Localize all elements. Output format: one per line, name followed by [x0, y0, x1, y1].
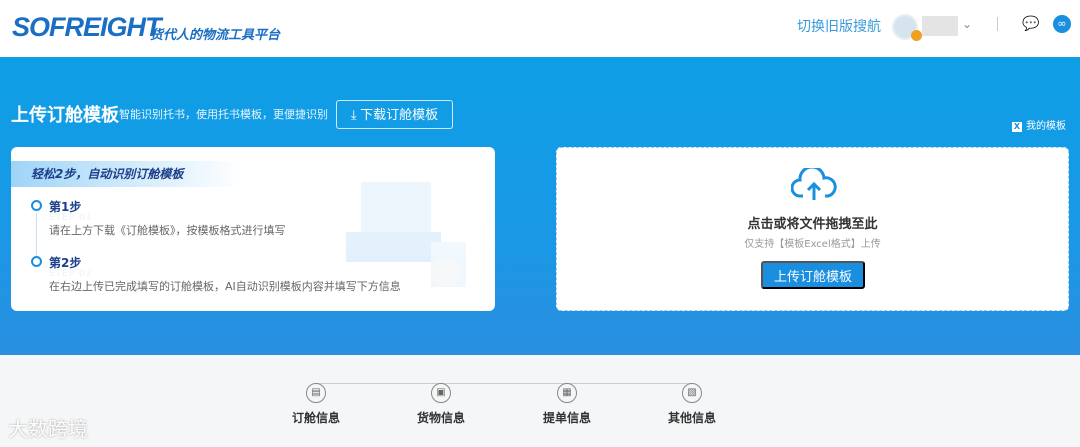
my-templates-link[interactable]: X 我的模板: [1012, 117, 1066, 132]
step-dot-icon: [31, 256, 42, 267]
header: SOFREIGHT 货代人的物流工具平台 切换旧版搜航 ⌄ 💬 ∞: [0, 0, 1080, 57]
progress-step-other[interactable]: ▧ 其他信息: [652, 383, 732, 426]
bill-icon: ▦: [557, 383, 577, 403]
step-desc: 请在上方下载《订舱模板》，按模板格式进行填写: [49, 224, 286, 237]
dropzone-text: 点击或将文件拖拽至此: [747, 217, 878, 232]
excel-icon: X: [1012, 122, 1022, 132]
page-title: 上传订舱模板: [11, 105, 119, 126]
upload-template-button[interactable]: 上传订舱模板: [761, 261, 865, 289]
switch-old-version-link[interactable]: 切换旧版搜航: [797, 16, 881, 36]
username-blurred[interactable]: [922, 16, 958, 36]
chevron-down-icon[interactable]: ⌄: [962, 17, 972, 31]
guide-card: 轻松2步，自动识别订舱模板 第1步 STEP 01 请在上方下载《订舱模板》，按…: [11, 147, 495, 311]
progress-step-booking[interactable]: ▤ 订舱信息: [276, 383, 356, 426]
box-icon: ▣: [431, 383, 451, 403]
download-template-label: 下载订舱模板: [360, 107, 439, 122]
progress-step-bill[interactable]: ▦ 提单信息: [527, 383, 607, 426]
progress-step-label: 提单信息: [542, 411, 591, 425]
cloud-upload-icon: [791, 168, 837, 200]
receipt-icon: ▧: [682, 383, 702, 403]
progress-step-label: 货物信息: [416, 411, 465, 425]
divider: [997, 17, 998, 31]
upload-dropzone[interactable]: 点击或将文件拖拽至此 仅支持【模板Excel格式】上传 上传订舱模板: [556, 147, 1069, 311]
step-dot-icon: [31, 200, 42, 211]
vip-badge-icon: [911, 30, 922, 41]
progress-step-label: 订舱信息: [291, 411, 340, 425]
page-subtitle: 智能识别托书，使用托书模板，更便捷识别: [119, 108, 328, 121]
dropzone-hint: 仅支持【模板Excel格式】上传: [744, 239, 881, 250]
my-templates-label: 我的模板: [1026, 121, 1066, 132]
slogan: 货代人的物流工具平台: [150, 28, 281, 43]
guide-ribbon: 轻松2步，自动识别订舱模板: [11, 161, 241, 187]
download-template-button[interactable]: ⤓ 下载订舱模板: [336, 100, 453, 129]
watermark: 大数跨境: [8, 417, 88, 441]
logo[interactable]: SOFREIGHT: [12, 12, 162, 43]
progress-step-cargo[interactable]: ▣ 货物信息: [401, 383, 481, 426]
document-illustration-icon: [346, 182, 466, 287]
document-icon: ▤: [306, 383, 326, 403]
download-icon: ⤓: [350, 107, 361, 122]
progress-step-label: 其他信息: [667, 411, 716, 425]
progress-line: [316, 383, 690, 384]
mini-program-icon[interactable]: ∞: [1053, 15, 1071, 33]
wechat-icon[interactable]: 💬: [1022, 16, 1042, 32]
